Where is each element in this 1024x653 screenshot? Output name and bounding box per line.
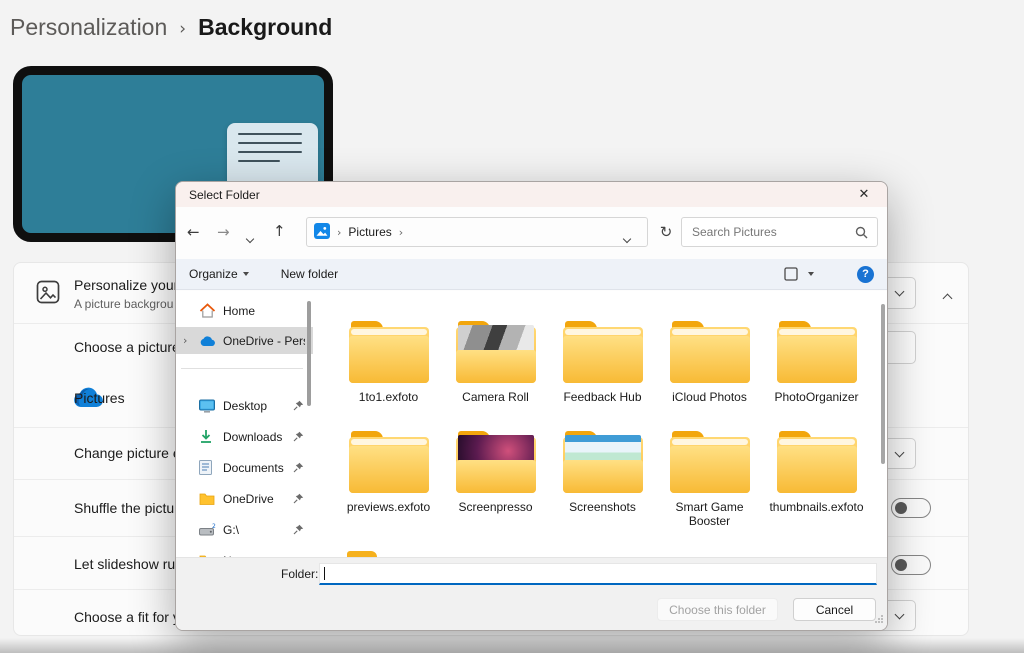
forward-icon[interactable]: → xyxy=(217,225,230,240)
desktop-icon xyxy=(199,399,215,413)
sidebar-item-onedrive-folder[interactable]: OneDrive xyxy=(176,485,313,512)
new-folder-button[interactable]: New folder xyxy=(281,267,338,281)
back-icon[interactable]: ← xyxy=(187,225,200,240)
file-list: 1to1.exfoto Camera Roll Feedback Hub iCl… xyxy=(313,291,887,557)
search-icon xyxy=(855,226,868,239)
onedrive-cloud-icon xyxy=(199,335,217,347)
recent-locations-icon[interactable] xyxy=(247,229,253,247)
pin-icon xyxy=(293,400,304,411)
address-location[interactable]: Pictures xyxy=(348,225,391,239)
fit-label: Choose a fit for y xyxy=(74,609,180,625)
personalize-background-title: Personalize your xyxy=(74,277,178,293)
dialog-footer: Folder: Choose this folder Cancel xyxy=(176,557,887,631)
text-caret xyxy=(324,567,325,580)
folder-tile[interactable]: PhotoOrganizer xyxy=(763,321,870,431)
resize-grip[interactable] xyxy=(874,611,884,629)
desktop-background: Personalization › Background Personalize… xyxy=(0,0,1024,653)
picture-icon xyxy=(36,280,60,309)
dialog-toolbar: Organize New folder ? xyxy=(176,259,887,290)
file-list-scrollbar[interactable] xyxy=(881,304,885,464)
address-separator-icon[interactable]: › xyxy=(399,226,403,239)
address-separator-icon: › xyxy=(337,226,341,239)
personalize-background-subtitle: A picture backgrou xyxy=(74,297,173,311)
folder-name-input[interactable] xyxy=(320,564,876,583)
choose-this-folder-button[interactable]: Choose this folder xyxy=(657,598,778,621)
sidebar-item-documents[interactable]: Documents xyxy=(176,454,313,481)
folder-tile[interactable]: iCloud Photos xyxy=(656,321,763,431)
folder-tile[interactable]: 1to1.exfoto xyxy=(335,321,442,431)
folder-tile[interactable]: Smart Game Booster xyxy=(656,431,763,541)
breadcrumb: Personalization › Background xyxy=(10,14,332,41)
folder-icon-with-photo-preview xyxy=(456,321,536,383)
help-icon[interactable]: ? xyxy=(857,266,874,283)
folder-icon-with-game-preview xyxy=(456,431,536,493)
folder-tile[interactable]: previews.exfoto xyxy=(335,431,442,541)
address-dropdown-icon[interactable] xyxy=(624,229,630,247)
dialog-title: Select Folder xyxy=(189,188,260,202)
folder-tile[interactable]: Feedback Hub xyxy=(549,321,656,431)
folder-icon xyxy=(777,431,857,493)
cancel-button[interactable]: Cancel xyxy=(793,598,876,621)
refresh-icon[interactable]: ↻ xyxy=(654,217,678,247)
slideshow-toggle[interactable] xyxy=(891,555,931,575)
folder-name-field[interactable] xyxy=(319,563,877,585)
organize-label: Organize xyxy=(189,267,238,281)
view-options-button[interactable] xyxy=(784,267,814,281)
sidebar-item-g-drive[interactable]: 2 G:\ xyxy=(176,516,313,543)
organize-button[interactable]: Organize xyxy=(189,267,249,281)
close-icon[interactable]: ✕ xyxy=(851,182,877,207)
sidebar-item-onedrive-personal[interactable]: › OneDrive - Perso xyxy=(176,327,313,354)
dialog-titlebar[interactable]: Select Folder ✕ xyxy=(176,182,887,207)
pin-icon xyxy=(293,493,304,504)
navigation-pane: Home › OneDrive - Perso Desktop Download… xyxy=(176,291,313,557)
svg-text:2: 2 xyxy=(212,523,216,530)
sidebar-divider xyxy=(181,368,303,369)
address-bar[interactable]: › Pictures › xyxy=(306,217,648,247)
shuffle-toggle[interactable] xyxy=(891,498,931,518)
pin-icon xyxy=(293,524,304,535)
folder-icon xyxy=(670,431,750,493)
breadcrumb-parent[interactable]: Personalization xyxy=(10,14,167,41)
collapse-chevron-icon[interactable] xyxy=(944,289,951,307)
search-input[interactable] xyxy=(682,225,855,239)
choose-picture-label: Choose a picture xyxy=(74,339,180,355)
home-icon xyxy=(199,303,216,318)
folder-icon xyxy=(199,492,215,505)
pin-icon xyxy=(293,431,304,442)
sidebar-item-downloads[interactable]: Downloads xyxy=(176,423,313,450)
change-picture-label: Change picture e xyxy=(74,445,181,461)
onedrive-pictures-label[interactable]: Pictures xyxy=(74,390,125,406)
select-folder-dialog: Select Folder ✕ ← → ↑ › Pictures › ↻ Org… xyxy=(175,181,888,631)
page-bottom-shadow xyxy=(0,638,1024,653)
pictures-location-icon xyxy=(314,223,330,242)
sidebar-item-desktop[interactable]: Desktop xyxy=(176,392,313,419)
up-icon[interactable]: ↑ xyxy=(273,224,286,239)
folder-tile[interactable]: Camera Roll xyxy=(442,321,549,431)
organize-caret-icon xyxy=(243,272,249,276)
view-caret-icon xyxy=(808,272,814,276)
folder-icon-with-app-preview xyxy=(563,431,643,493)
folder-icon xyxy=(777,321,857,383)
folder-tile[interactable]: Screenpresso xyxy=(442,431,549,541)
folder-tile[interactable]: thumbnails.exfoto xyxy=(763,431,870,541)
folder-field-label: Folder: xyxy=(281,567,316,581)
folder-icon xyxy=(349,431,429,493)
sidebar-item-home[interactable]: Home xyxy=(176,297,313,324)
network-drive-icon: 2 xyxy=(199,523,216,536)
breadcrumb-separator-icon: › xyxy=(179,17,186,39)
expand-chevron-icon[interactable]: › xyxy=(183,334,187,347)
page-title: Background xyxy=(198,14,332,41)
pin-icon xyxy=(293,462,304,473)
view-icon xyxy=(784,267,798,281)
downloads-icon xyxy=(199,429,213,444)
folder-icon xyxy=(563,321,643,383)
slideshow-label: Let slideshow run xyxy=(74,556,183,572)
search-box[interactable] xyxy=(681,217,878,247)
shuffle-label: Shuffle the pictur xyxy=(74,500,179,516)
sidebar-scrollbar[interactable] xyxy=(307,301,311,406)
folder-icon xyxy=(670,321,750,383)
documents-icon xyxy=(199,460,212,475)
folder-icon xyxy=(349,321,429,383)
folder-tile[interactable]: Screenshots xyxy=(549,431,656,541)
